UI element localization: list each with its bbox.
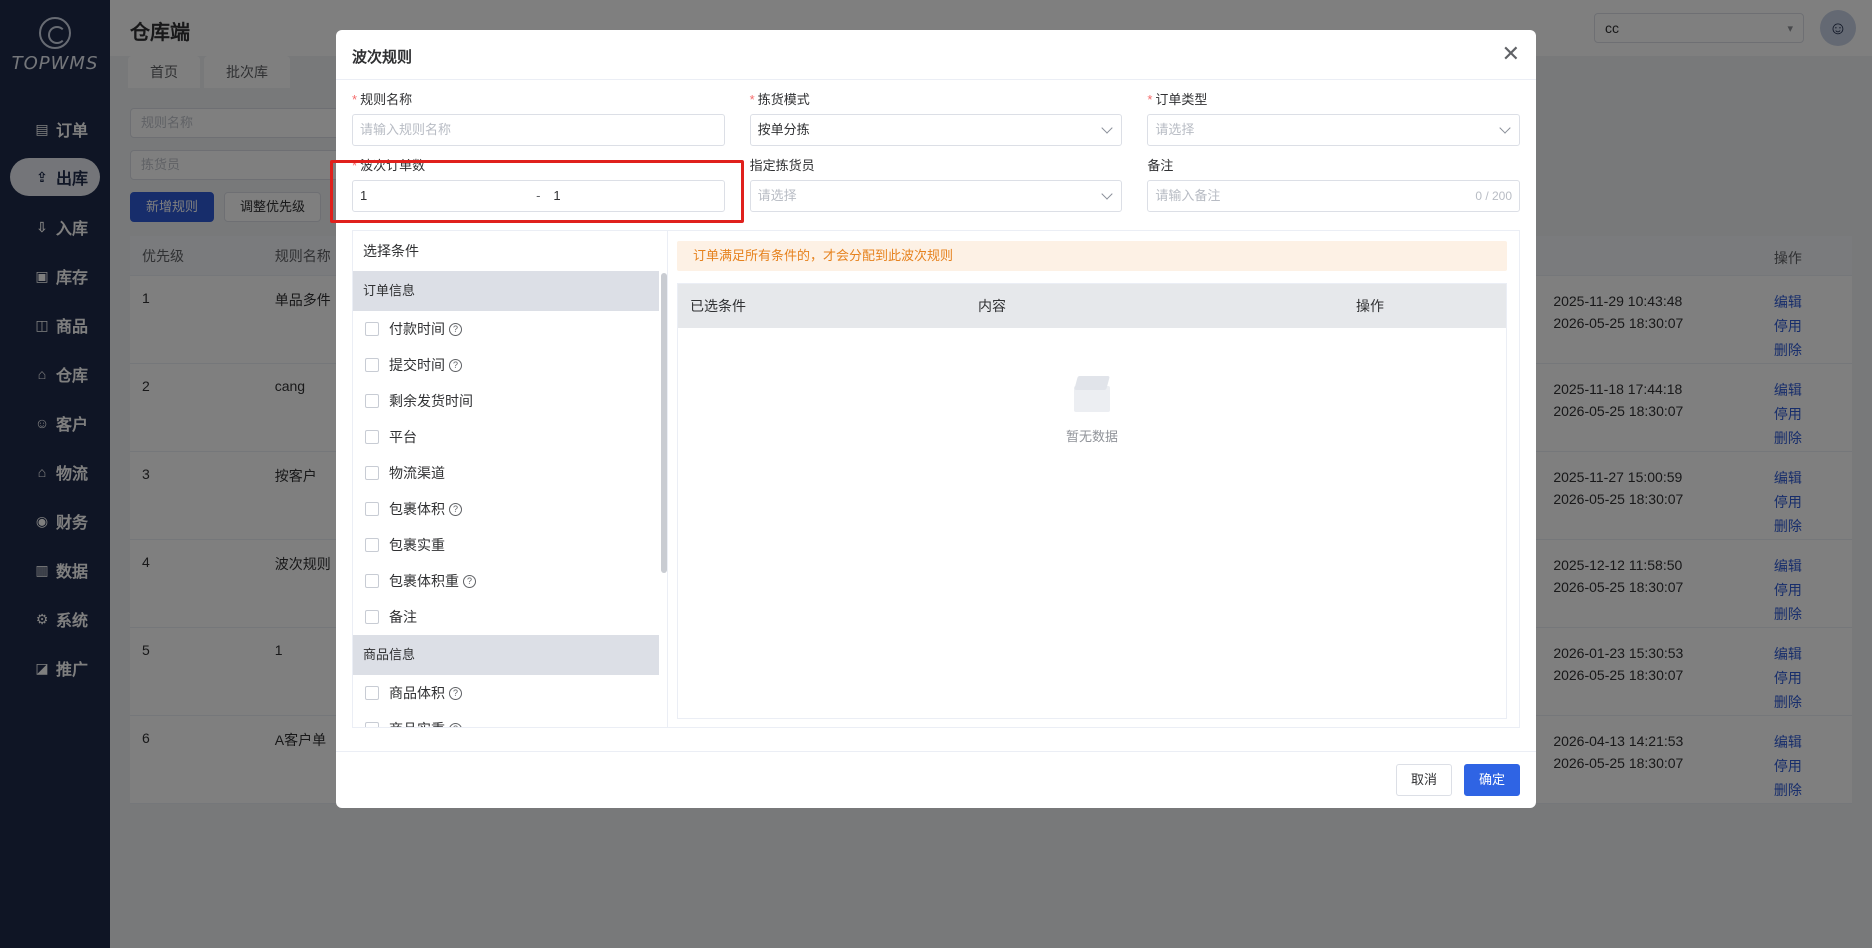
assigned-picker-select[interactable]: 请选择 <box>749 180 1123 212</box>
close-icon[interactable]: ✕ <box>1502 43 1520 65</box>
dialog-header: 波次规则 ✕ <box>336 30 1536 80</box>
condition-label: 包裹体积 <box>389 501 445 517</box>
remark-label: 备注 <box>1147 158 1174 173</box>
pick-mode-select[interactable]: 按单分拣 <box>749 114 1123 146</box>
condition-label: 平台 <box>389 429 417 445</box>
condition-checkbox[interactable] <box>365 538 379 552</box>
condition-label: 提交时间 <box>389 357 445 373</box>
condition-item[interactable]: 商品体积? <box>353 675 667 711</box>
selected-conditions: 订单满足所有条件的，才会分配到此波次规则 已选条件 内容 操作 暂无数据 <box>677 241 1507 719</box>
wave-rule-dialog: 波次规则 ✕ * 规则名称 请输入规则名称 * 拣货模式 按单分拣 * 订单类型 请选… <box>336 30 1536 808</box>
condition-selector-title: 选择条件 <box>363 243 419 259</box>
condition-label: 商品实重 <box>389 719 445 727</box>
dialog-title: 波次规则 <box>352 49 413 66</box>
condition-checkbox[interactable] <box>365 574 379 588</box>
condition-item[interactable]: 平台 <box>353 419 667 455</box>
empty-box-icon <box>1070 374 1114 414</box>
help-icon[interactable]: ? <box>449 358 462 372</box>
help-icon[interactable]: ? <box>449 722 462 727</box>
remark-input[interactable]: 请输入备注 0 / 200 <box>1147 180 1521 212</box>
chevron-down-icon <box>1101 188 1114 200</box>
help-icon[interactable]: ? <box>463 574 476 588</box>
condition-label: 备注 <box>389 609 417 625</box>
selected-conditions-table: 已选条件 内容 操作 暂无数据 <box>677 283 1507 719</box>
remark-placeholder: 请输入备注 <box>1155 188 1221 203</box>
condition-scrollbar[interactable] <box>661 273 667 573</box>
confirm-button[interactable]: 确定 <box>1463 764 1520 796</box>
cancel-button[interactable]: 取消 <box>1395 764 1452 796</box>
chevron-down-icon <box>1101 122 1114 134</box>
help-icon[interactable]: ? <box>449 686 462 700</box>
condition-checkbox[interactable] <box>365 502 379 516</box>
order-type-label: 订单类型 <box>1155 92 1208 107</box>
help-icon[interactable]: ? <box>449 502 462 516</box>
header-operation: 操作 <box>1356 298 1384 314</box>
condition-item[interactable]: 剩余发货时间 <box>353 383 667 419</box>
remark-counter: 0 / 200 <box>1475 189 1513 203</box>
header-content: 内容 <box>978 298 1006 314</box>
highlight-box <box>330 160 744 223</box>
condition-group-header: 订单信息 <box>353 271 659 311</box>
condition-item[interactable]: 包裹实重 <box>353 527 667 563</box>
order-type-item: * 订单类型 请选择 <box>1147 90 1521 146</box>
remark-item: 备注 请输入备注 0 / 200 <box>1147 156 1521 212</box>
pick-mode-label: 拣货模式 <box>757 92 810 107</box>
condition-item[interactable]: 包裹体积重? <box>353 563 667 599</box>
condition-checkbox[interactable] <box>365 722 379 727</box>
help-icon[interactable]: ? <box>449 322 462 336</box>
condition-checkbox[interactable] <box>365 322 379 336</box>
condition-group-header: 商品信息 <box>353 635 659 675</box>
condition-checkbox[interactable] <box>365 394 379 408</box>
empty-text: 暂无数据 <box>1065 429 1118 444</box>
condition-item[interactable]: 物流渠道 <box>353 455 667 491</box>
condition-label: 包裹体积重 <box>389 573 459 589</box>
condition-checkbox[interactable] <box>365 610 379 624</box>
condition-item[interactable]: 商品实重? <box>353 711 667 727</box>
condition-selector: 选择条件 订单信息 付款时间? 提交时间? 剩余发货时间 平台 物流渠道 包裹体积? 包裹实重… <box>353 231 668 727</box>
chevron-down-icon <box>1499 122 1511 134</box>
condition-checkbox[interactable] <box>365 466 379 480</box>
condition-label: 商品体积 <box>389 685 445 701</box>
condition-item[interactable]: 提交时间? <box>353 347 667 383</box>
condition-label: 剩余发货时间 <box>389 393 473 409</box>
rule-name-label: 规则名称 <box>360 92 413 107</box>
condition-checkbox[interactable] <box>365 430 379 444</box>
condition-label: 付款时间 <box>389 321 445 337</box>
condition-label: 物流渠道 <box>389 465 445 481</box>
header-selected-condition: 已选条件 <box>690 298 746 314</box>
rule-name-item: * 规则名称 请输入规则名称 <box>352 90 725 146</box>
condition-item[interactable]: 包裹体积? <box>353 491 667 527</box>
condition-checkbox[interactable] <box>365 358 379 372</box>
pick-mode-item: * 拣货模式 按单分拣 <box>749 90 1123 146</box>
empty-state: 暂无数据 <box>678 374 1506 445</box>
conditions-panel: 选择条件 订单信息 付款时间? 提交时间? 剩余发货时间 平台 物流渠道 包裹体积? 包裹实重… <box>352 230 1520 728</box>
order-type-select[interactable]: 请选择 <box>1147 114 1521 146</box>
rule-notice: 订单满足所有条件的，才会分配到此波次规则 <box>677 241 1507 271</box>
assigned-picker-label: 指定拣货员 <box>749 158 815 173</box>
pick-mode-value: 按单分拣 <box>757 122 810 137</box>
selected-table-header: 已选条件 内容 操作 <box>678 284 1506 328</box>
order-type-placeholder: 请选择 <box>1155 122 1195 137</box>
condition-checkbox[interactable] <box>365 686 379 700</box>
dialog-footer: 取消 确定 <box>336 751 1536 808</box>
assigned-picker-item: 指定拣货员 请选择 <box>749 156 1123 212</box>
rule-name-input[interactable]: 请输入规则名称 <box>352 114 725 146</box>
condition-item[interactable]: 备注 <box>353 599 667 635</box>
condition-label: 包裹实重 <box>389 537 445 553</box>
assigned-picker-placeholder: 请选择 <box>757 188 797 203</box>
condition-item[interactable]: 付款时间? <box>353 311 667 347</box>
